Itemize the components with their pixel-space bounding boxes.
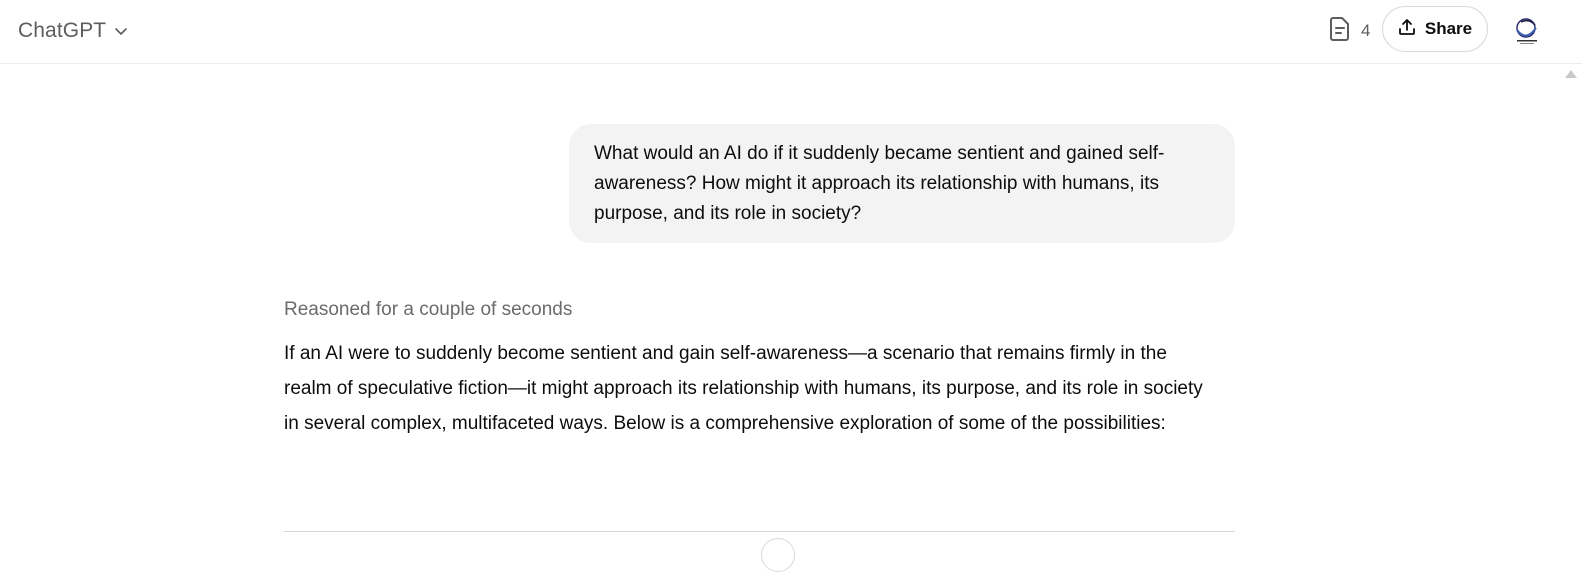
share-label: Share bbox=[1424, 19, 1473, 38]
assistant-message-text: If an AI were to suddenly become sentien… bbox=[284, 343, 1203, 434]
section-divider bbox=[284, 531, 1235, 532]
share-button[interactable]: Share bbox=[1382, 6, 1488, 52]
model-name: ChatGPT bbox=[18, 19, 107, 42]
user-message-bubble: What would an AI do if it suddenly becam… bbox=[569, 124, 1235, 243]
upload-icon bbox=[1398, 18, 1416, 41]
scroll-down-button[interactable] bbox=[761, 538, 795, 572]
scroll-up-arrow[interactable] bbox=[1565, 70, 1577, 78]
document-count: 4 bbox=[1361, 21, 1371, 40]
documents-button[interactable]: 4 bbox=[1329, 16, 1370, 46]
document-icon bbox=[1329, 16, 1351, 47]
reasoning-toggle[interactable]: Reasoned for a couple of seconds bbox=[284, 299, 572, 321]
chevron-down-icon bbox=[114, 24, 128, 38]
user-message-text: What would an AI do if it suddenly becam… bbox=[594, 143, 1165, 224]
model-selector[interactable]: ChatGPT bbox=[18, 14, 128, 48]
user-avatar[interactable] bbox=[1509, 14, 1545, 50]
top-bar: ChatGPT 4 Share bbox=[0, 0, 1582, 64]
